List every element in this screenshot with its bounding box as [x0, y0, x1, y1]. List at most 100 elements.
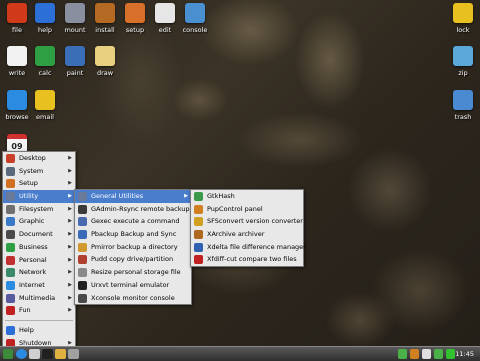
- drive-icon: [78, 255, 87, 265]
- menu-item-urxvt[interactable]: Urxvt terminal emulator: [75, 279, 191, 292]
- menu-item-personal[interactable]: Personal ▶: [3, 254, 75, 267]
- hash-icon: [194, 192, 203, 201]
- menu-item-general[interactable]: General Utilities ▶: [75, 190, 191, 203]
- menu-item-pudd[interactable]: Pudd copy drive/partition: [75, 253, 191, 266]
- volume-icon[interactable]: [422, 349, 431, 359]
- menu-item-label: System: [19, 166, 44, 175]
- desktop-icon-console[interactable]: console: [178, 3, 212, 34]
- menu-item-label: Setup: [19, 179, 38, 188]
- desktop-icon-label: console: [182, 26, 208, 34]
- desktop-icon-label: zip: [458, 69, 468, 77]
- menu-item-setup[interactable]: Setup ▶: [3, 177, 75, 190]
- battery-icon[interactable]: [434, 349, 443, 359]
- console-icon: [78, 293, 87, 303]
- folder-icon[interactable]: [55, 349, 66, 359]
- menu-item-pmirror[interactable]: Pmirror backup a directory: [75, 241, 191, 254]
- menu-item-label: Network: [19, 268, 47, 277]
- desktop-icon-label: email: [36, 113, 54, 121]
- menu-item-resize[interactable]: Resize personal storage file: [75, 266, 191, 279]
- menu-item-desktop[interactable]: Desktop ▶: [3, 152, 75, 165]
- menu-item-gtkhash[interactable]: GtkHash: [191, 190, 303, 203]
- setup-icon: [6, 179, 15, 189]
- desktop-icon-calc[interactable]: calc: [28, 46, 62, 77]
- desktop-icon-label: lock: [456, 26, 470, 34]
- menu-item-label: SFSconvert version converter: [207, 217, 303, 226]
- desktop-icon-label: paint: [66, 69, 84, 77]
- folder-icon: [6, 204, 15, 214]
- desktop-icon: [6, 154, 15, 163]
- submenu-arrow-icon: ▶: [68, 256, 72, 263]
- desktop-icon-label: mount: [64, 26, 86, 34]
- desktop-icon-help[interactable]: help: [28, 3, 62, 34]
- resize-icon: [78, 268, 87, 278]
- menu-item-xdelta[interactable]: Xdelta file difference manager: [191, 241, 306, 254]
- desktop-icon-edit[interactable]: edit: [148, 3, 182, 34]
- menu-item-label: General Utilities: [91, 192, 144, 200]
- menu-item-filesystem[interactable]: Filesystem ▶: [3, 203, 75, 216]
- menu-item-label: Internet: [19, 280, 45, 289]
- submenu-arrow-icon: ▶: [68, 231, 72, 238]
- desktop-icon-paint[interactable]: paint: [58, 46, 92, 77]
- menu-item-label: Xdelta file difference manager: [207, 242, 306, 251]
- desktop-icon[interactable]: [68, 349, 79, 359]
- terminal-icon[interactable]: [42, 349, 53, 359]
- submenu-arrow-icon: ▶: [68, 307, 72, 314]
- utility-submenu: General Utilities ▶ GAdmin-Rsync remote ba…: [74, 189, 192, 306]
- menu-item-document[interactable]: Document ▶: [3, 228, 75, 241]
- clock[interactable]: 11:45: [455, 347, 474, 361]
- desktop-icon-install[interactable]: install: [88, 3, 122, 34]
- desktop-icon-label: draw: [96, 69, 114, 77]
- document-icon: [6, 230, 15, 240]
- desktop-icon-lock[interactable]: lock: [446, 3, 480, 34]
- desktop-icon-label: edit: [158, 26, 172, 34]
- menu-item-multimedia[interactable]: Multimedia ▶: [3, 292, 75, 305]
- desktop-icon-zip[interactable]: zip: [446, 46, 480, 77]
- network-icon: [6, 268, 15, 278]
- menu-item-xconsole[interactable]: Xconsole monitor console: [75, 292, 191, 305]
- menu-item-xarchive[interactable]: XArchive archiver: [191, 228, 303, 241]
- update-icon[interactable]: [398, 349, 407, 359]
- menu-item-xfdiffcut[interactable]: Xfdiff-cut compare two files: [191, 253, 303, 266]
- compare-icon: [194, 255, 203, 265]
- cpu-icon[interactable]: [446, 349, 455, 359]
- email-icon: [35, 90, 55, 110]
- desktop-icon-email[interactable]: email: [28, 90, 62, 121]
- submenu-arrow-icon: ▶: [68, 281, 72, 288]
- menu-item-system[interactable]: System ▶: [3, 165, 75, 178]
- menu-item-pbackup[interactable]: Pbackup Backup and Sync: [75, 228, 191, 241]
- menu-item-label: PupControl panel: [207, 204, 263, 213]
- menu-item-pupcontrol[interactable]: PupControl panel: [191, 203, 303, 216]
- desktop-icon-label: setup: [125, 26, 145, 34]
- menu-item-help[interactable]: Help: [3, 324, 75, 337]
- menu-item-internet[interactable]: Internet ▶: [3, 279, 75, 292]
- menu-item-label: Business: [19, 242, 48, 251]
- desktop-icon-draw[interactable]: draw: [88, 46, 122, 77]
- globe-icon[interactable]: [16, 349, 27, 359]
- menu-item-business[interactable]: Business ▶: [3, 241, 75, 254]
- menu-item-gexec[interactable]: Gexec execute a command: [75, 215, 191, 228]
- network-icon[interactable]: [410, 349, 419, 359]
- menu-separator: [5, 319, 73, 321]
- menu-item-sfsconvert[interactable]: SFSconvert version converter: [191, 215, 303, 228]
- menu-icon[interactable]: [3, 349, 13, 359]
- drive-icon: [65, 3, 85, 23]
- desktop-icon-trash[interactable]: trash: [446, 90, 480, 121]
- menu-item-label: Personal: [19, 255, 47, 264]
- convert-icon: [194, 217, 203, 227]
- window-icon[interactable]: [29, 349, 40, 359]
- menu-item-label: GAdmin-Rsync remote backup: [91, 204, 190, 213]
- multimedia-icon: [6, 293, 15, 303]
- trash-icon: [453, 90, 473, 110]
- menu-item-graphic[interactable]: Graphic ▶: [3, 215, 75, 228]
- desktop-icon-setup[interactable]: setup: [118, 3, 152, 34]
- help-icon: [6, 325, 15, 335]
- menu-item-fun[interactable]: Fun ▶: [3, 304, 75, 317]
- menu-item-gadminrsync[interactable]: GAdmin-Rsync remote backup: [75, 203, 191, 216]
- desktop-icon-mount[interactable]: mount: [58, 3, 92, 34]
- menu-item-utility[interactable]: Utility ▶: [3, 190, 75, 203]
- menu-item-network[interactable]: Network ▶: [3, 266, 75, 279]
- submenu-arrow-icon: ▶: [68, 193, 72, 200]
- menu-item-label: Fun: [19, 306, 31, 315]
- menu-item-label: Help: [19, 325, 34, 334]
- submenu-arrow-icon: ▶: [68, 180, 72, 187]
